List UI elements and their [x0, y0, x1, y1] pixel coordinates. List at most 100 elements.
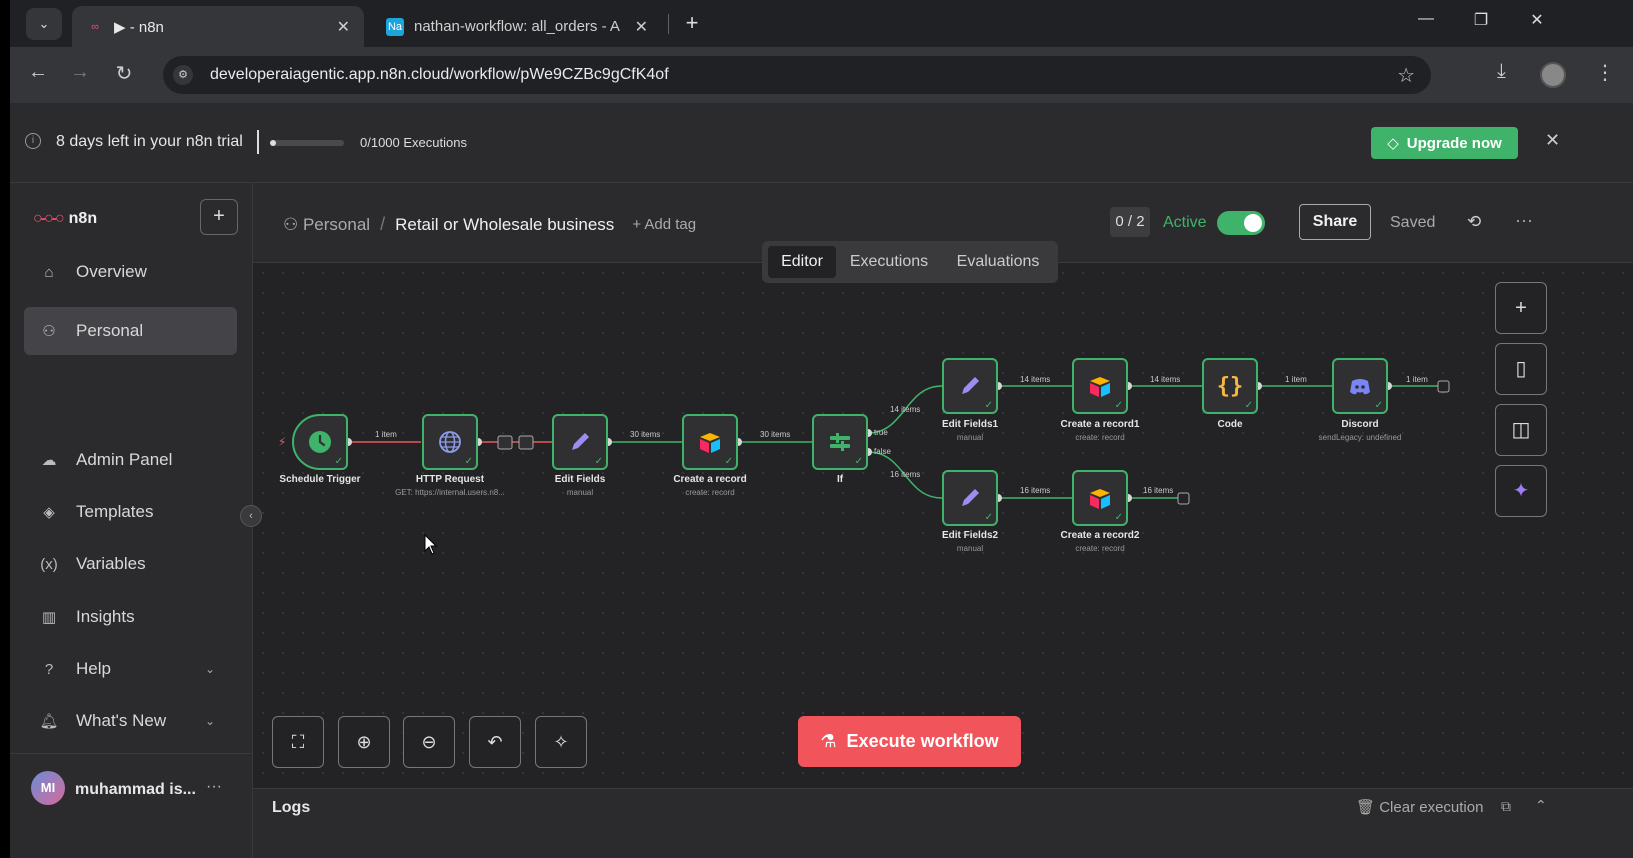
tidy-up-icon[interactable]: ✧: [535, 716, 587, 768]
reload-icon[interactable]: ↻: [110, 61, 138, 86]
node-subtitle: create: record: [1075, 433, 1125, 442]
node-edit-fields2[interactable]: ✓: [942, 470, 998, 526]
address-bar[interactable]: ⚙ developeraiagentic.app.n8n.cloud/workf…: [163, 56, 1431, 94]
new-tab-icon[interactable]: +: [678, 10, 706, 36]
browser-menu-icon[interactable]: ⋮: [1595, 60, 1615, 85]
sidebar-item-overview[interactable]: ⌂ Overview: [24, 248, 237, 296]
n8n-logo[interactable]: ○-○-○ n8n: [33, 210, 97, 228]
saved-status: Saved: [1390, 214, 1436, 231]
sidebar-item-insights[interactable]: ▥ Insights: [24, 593, 237, 641]
bookmark-star-icon[interactable]: ☆: [1397, 63, 1415, 88]
node-create-record[interactable]: ✓: [682, 414, 738, 470]
sidebar-item-templates[interactable]: ◈ Templates: [24, 488, 237, 536]
breadcrumb: ⚇ Personal / Retail or Wholesale busines…: [283, 214, 696, 235]
edge-label: 1 item: [1406, 375, 1428, 384]
node-http-request[interactable]: ✓: [422, 414, 478, 470]
tab-close-icon[interactable]: ✕: [337, 17, 350, 37]
breadcrumb-project[interactable]: ⚇ Personal: [283, 215, 370, 235]
tab-search-icon[interactable]: ⌄: [26, 8, 62, 40]
more-icon[interactable]: ···: [206, 778, 222, 796]
chevron-down-icon: ⌄: [204, 714, 215, 728]
tab-title: ▶ - n8n: [114, 18, 164, 36]
browser-tab-n8n[interactable]: ∞ ▶ - n8n ✕: [72, 6, 364, 47]
success-check-icon: ✓: [984, 512, 993, 523]
workflow-more-icon[interactable]: ···: [1515, 210, 1533, 231]
trial-banner: i 8 days left in your n8n trial 0/1000 E…: [10, 103, 1633, 183]
history-icon[interactable]: ⟲: [1467, 212, 1481, 232]
banner-divider: [257, 130, 259, 154]
logs-panel[interactable]: Logs 🗑︎ Clear execution ⧉ ⌃: [253, 788, 1633, 858]
node-create-record1[interactable]: ✓: [1072, 358, 1128, 414]
sidebar-item-admin-panel[interactable]: ☁ Admin Panel: [24, 436, 237, 484]
back-icon[interactable]: ←: [24, 61, 52, 84]
edge-label: 30 items: [760, 430, 791, 439]
minimize-icon[interactable]: —: [1411, 10, 1441, 28]
sidebar-item-personal[interactable]: ⚇ Personal: [24, 307, 237, 355]
create-button[interactable]: +: [200, 199, 238, 235]
sidebar-item-whats-new[interactable]: 🔔︎ What's New ⌄: [24, 697, 237, 745]
node-edit-fields1[interactable]: ✓: [942, 358, 998, 414]
tab-close-icon[interactable]: ✕: [635, 17, 648, 37]
tab-editor[interactable]: Editor: [768, 246, 836, 278]
node-label: Edit Fields1: [941, 419, 999, 430]
mode-tabs: Editor Executions Evaluations: [762, 241, 1058, 283]
node-code[interactable]: {} ✓: [1202, 358, 1258, 414]
clear-execution-button[interactable]: 🗑︎ Clear execution: [1356, 798, 1483, 816]
node-edit-fields[interactable]: ✓: [552, 414, 608, 470]
user-menu[interactable]: MI muhammad is... ···: [10, 753, 253, 858]
chevron-up-icon[interactable]: ⌃: [1535, 797, 1547, 814]
node-discord[interactable]: ✓: [1332, 358, 1388, 414]
url-text[interactable]: developeraiagentic.app.n8n.cloud/workflo…: [210, 66, 669, 84]
code-braces-icon: {}: [1216, 373, 1244, 399]
fit-view-icon[interactable]: ⛶: [272, 716, 324, 768]
edge-label: 14 items: [1020, 375, 1051, 384]
clock-icon: [309, 431, 331, 453]
tab-executions[interactable]: Executions: [842, 246, 936, 278]
add-tag-button[interactable]: + Add tag: [632, 216, 696, 233]
undo-icon[interactable]: ↶: [469, 716, 521, 768]
node-create-record2[interactable]: ✓: [1072, 470, 1128, 526]
workflow-canvas[interactable]: [253, 263, 1633, 788]
sidebar-item-variables[interactable]: (x) Variables: [24, 540, 237, 588]
sidebar-item-help[interactable]: ? Help ⌄: [24, 645, 237, 693]
zoom-out-icon[interactable]: ⊖: [403, 716, 455, 768]
zoom-in-icon[interactable]: ⊕: [338, 716, 390, 768]
node-label: If: [836, 474, 844, 485]
forward-icon[interactable]: →: [66, 61, 94, 84]
upgrade-button[interactable]: ◇ Upgrade now: [1371, 127, 1518, 159]
active-toggle[interactable]: [1217, 211, 1265, 235]
collapse-sidebar-icon[interactable]: ‹: [240, 505, 262, 527]
ai-assistant-icon[interactable]: ✦: [1495, 465, 1547, 517]
node-label: Discord: [1341, 419, 1379, 430]
node-schedule-trigger[interactable]: ✓: [292, 414, 348, 470]
if-split-icon: [830, 433, 850, 451]
profile-avatar[interactable]: [1540, 62, 1566, 88]
node-label: Create a record1: [1060, 419, 1140, 430]
gem-icon: ◇: [1387, 135, 1399, 152]
banner-close-icon[interactable]: ✕: [1545, 130, 1560, 151]
user-name: muhammad is...: [75, 781, 196, 798]
panel-toggle-icon[interactable]: ◫: [1495, 404, 1547, 456]
if-true-label: true: [874, 428, 888, 437]
bell-icon: 🔔︎: [39, 713, 59, 730]
browser-tab-nathan[interactable]: Na nathan-workflow: all_orders - A ✕: [372, 6, 662, 47]
execute-workflow-button[interactable]: ⚗ Execute workflow: [798, 716, 1021, 767]
node-label: Edit Fields2: [941, 530, 999, 541]
airtable-icon: [1090, 377, 1110, 397]
node-if[interactable]: ✓: [812, 414, 868, 470]
restore-icon[interactable]: ❐: [1466, 10, 1496, 30]
download-icon[interactable]: ⤓: [1497, 60, 1506, 83]
tab-evaluations[interactable]: Evaluations: [944, 246, 1052, 278]
workflow-name[interactable]: Retail or Wholesale business: [395, 215, 614, 235]
share-button[interactable]: Share: [1299, 204, 1371, 240]
success-check-icon: ✓: [1244, 400, 1253, 411]
site-info-icon[interactable]: ⚙: [173, 65, 193, 85]
popout-icon[interactable]: ⧉: [1501, 798, 1511, 815]
success-check-icon: ✓: [724, 456, 733, 467]
home-icon: ⌂: [44, 263, 54, 281]
n8n-logo-icon: ○-○-○: [33, 210, 65, 227]
sticky-note-icon[interactable]: ▯: [1495, 343, 1547, 395]
sidebar: ○-○-○ n8n + ⌂ Overview ⚇ Personal ☁ Admi…: [10, 183, 253, 858]
window-close-icon[interactable]: ✕: [1522, 10, 1552, 30]
add-node-button[interactable]: +: [1495, 282, 1547, 334]
